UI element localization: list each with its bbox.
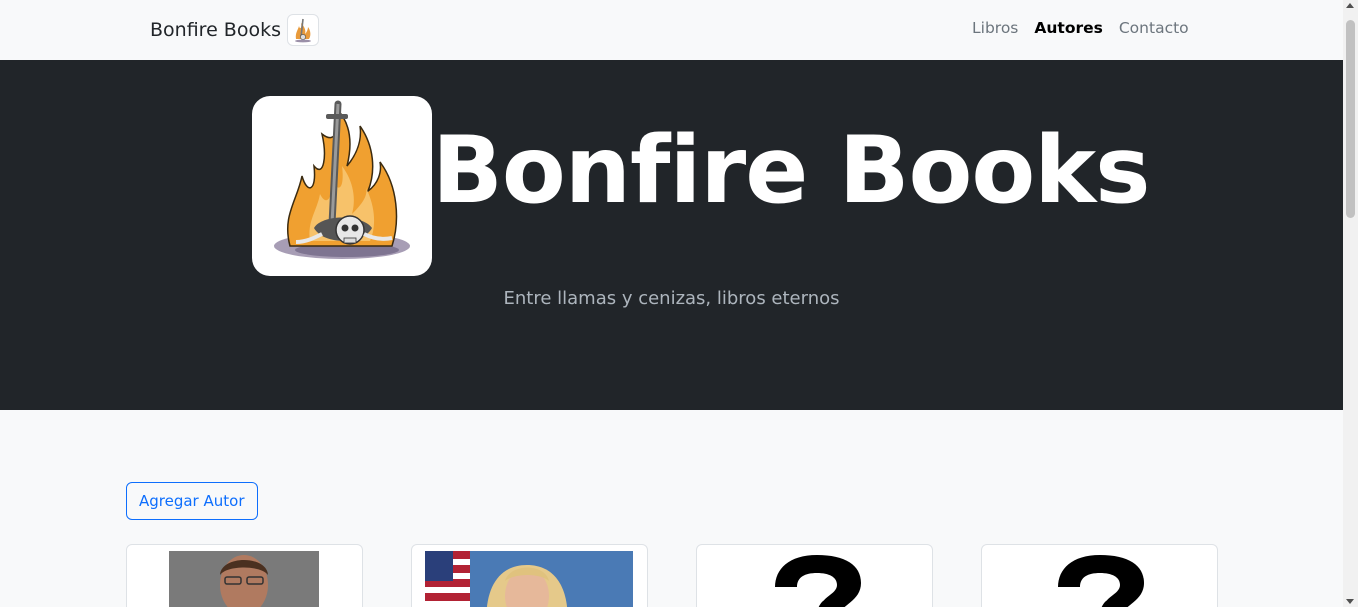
bonfire-logo-icon bbox=[252, 96, 432, 276]
placeholder-question-icon bbox=[1030, 551, 1170, 607]
hero-title: Bonfire Books bbox=[432, 116, 1151, 224]
scrollbar-thumb[interactable] bbox=[1346, 20, 1355, 218]
hero-subtitle: Entre llamas y cenizas, libros eternos bbox=[503, 288, 840, 309]
author-card[interactable] bbox=[411, 544, 648, 607]
navbar: Bonfire Books Libros Autores Contacto bbox=[0, 0, 1343, 60]
add-author-button[interactable]: Agregar Autor bbox=[126, 482, 258, 520]
scroll-up-icon[interactable] bbox=[1346, 3, 1354, 8]
scroll-down-icon[interactable] bbox=[1346, 599, 1354, 604]
author-photo bbox=[425, 551, 633, 607]
author-card[interactable] bbox=[126, 544, 363, 607]
nav-link-autores[interactable]: Autores bbox=[1034, 19, 1102, 37]
hero-banner: Bonfire Books Entre llamas y cenizas, li… bbox=[0, 60, 1343, 410]
nav-link-contacto[interactable]: Contacto bbox=[1119, 19, 1189, 37]
author-card[interactable] bbox=[696, 544, 933, 607]
page-scrollbar[interactable] bbox=[1343, 0, 1358, 607]
brand-link[interactable]: Bonfire Books bbox=[150, 14, 319, 46]
author-photo bbox=[169, 551, 319, 607]
placeholder-question-icon bbox=[747, 551, 887, 607]
brand-name: Bonfire Books bbox=[150, 19, 281, 41]
nav-link-libros[interactable]: Libros bbox=[972, 19, 1018, 37]
nav-menu: Libros Autores Contacto bbox=[972, 19, 1189, 37]
author-card[interactable] bbox=[981, 544, 1218, 607]
bonfire-logo-icon bbox=[286, 14, 319, 46]
